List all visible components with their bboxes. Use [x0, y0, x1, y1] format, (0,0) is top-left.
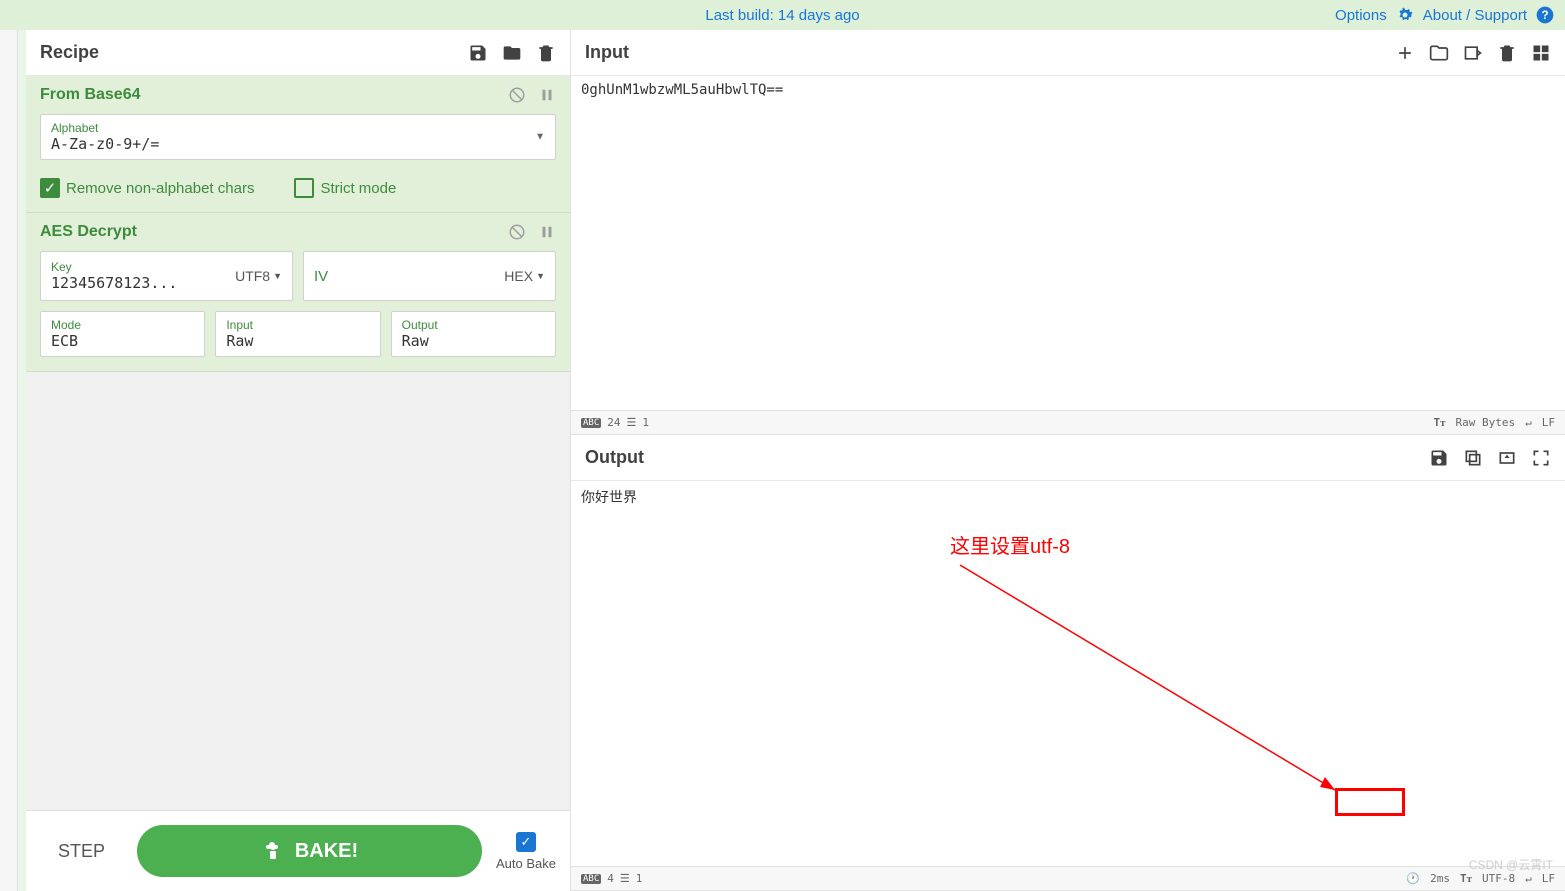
- output-header: Output: [571, 435, 1565, 481]
- iv-field[interactable]: IV HEX ▼: [303, 251, 556, 301]
- input-title: Input: [585, 42, 629, 63]
- checkbox-checked-icon: ✓: [40, 178, 60, 198]
- left-margin-2: [18, 30, 26, 891]
- strict-mode-label: Strict mode: [320, 180, 396, 197]
- output-status-bar: ABC 4 ☰ 1 🕐 2ms Tᴛ UTF-8 ↵ LF: [571, 866, 1565, 890]
- op-from-base64: From Base64 Alphabet A-Za-z0-9+/= ▼ ✓: [26, 76, 570, 213]
- open-folder-icon[interactable]: [1429, 43, 1449, 63]
- output-time: 2ms: [1430, 872, 1450, 885]
- autobake-label: Auto Bake: [496, 856, 556, 871]
- output-line-count: 1: [636, 872, 643, 885]
- save-output-icon[interactable]: [1429, 448, 1449, 468]
- save-icon[interactable]: [468, 43, 488, 63]
- input-textarea[interactable]: 0ghUnM1wbzwML5auHbwlTQ==: [571, 76, 1565, 410]
- iv-label: IV: [314, 268, 328, 285]
- aes-input-value: Raw: [226, 332, 253, 350]
- svg-text:?: ?: [1541, 9, 1548, 22]
- key-field[interactable]: Key 12345678123... UTF8 ▼: [40, 251, 293, 301]
- output-eol[interactable]: LF: [1542, 872, 1555, 885]
- input-status-bar: ABC 24 ☰ 1 Tᴛ Raw Bytes ↵ LF: [571, 410, 1565, 434]
- eol-icon: ↵: [1525, 416, 1532, 429]
- aes-output-value: Raw: [402, 332, 429, 350]
- mode-value: ECB: [51, 332, 78, 350]
- chef-icon: [261, 839, 285, 863]
- clock-icon: 🕐: [1406, 872, 1420, 885]
- autobake-checkbox[interactable]: ✓: [516, 832, 536, 852]
- last-build-label: Last build: 14 days ago: [705, 7, 859, 24]
- alphabet-value: A-Za-z0-9+/=: [51, 135, 159, 153]
- aes-output-field[interactable]: Output Raw: [391, 311, 556, 357]
- lines-icon: ☰: [627, 416, 637, 429]
- aes-output-label: Output: [402, 318, 545, 332]
- bake-button[interactable]: BAKE!: [137, 825, 482, 877]
- output-title: Output: [585, 447, 644, 468]
- move-to-input-icon[interactable]: [1497, 448, 1517, 468]
- pause-icon[interactable]: [538, 86, 556, 104]
- reset-layout-icon[interactable]: [1531, 43, 1551, 63]
- copy-icon[interactable]: [1463, 448, 1483, 468]
- input-eol[interactable]: LF: [1542, 416, 1555, 429]
- op-aes-decrypt: AES Decrypt Key 12345678123... UT: [26, 213, 570, 372]
- op-name-base64: From Base64: [40, 86, 141, 104]
- disable-icon[interactable]: [508, 223, 526, 241]
- abc-icon: ABC: [581, 418, 601, 428]
- help-icon[interactable]: ?: [1535, 5, 1555, 25]
- gear-icon[interactable]: [1395, 5, 1415, 25]
- recipe-title: Recipe: [40, 42, 99, 63]
- mode-label: Mode: [51, 318, 194, 332]
- left-margin: [0, 30, 18, 891]
- output-char-count: 4: [607, 872, 614, 885]
- key-encoding[interactable]: UTF8 ▼: [235, 268, 282, 284]
- mode-field[interactable]: Mode ECB: [40, 311, 205, 357]
- abc-icon: ABC: [581, 874, 601, 884]
- about-link[interactable]: About / Support: [1423, 7, 1527, 24]
- checkbox-unchecked-icon: [294, 178, 314, 198]
- top-banner: Last build: 14 days ago Options About / …: [0, 0, 1565, 30]
- key-label: Key: [51, 260, 177, 274]
- aes-input-field[interactable]: Input Raw: [215, 311, 380, 357]
- folder-icon[interactable]: [502, 43, 522, 63]
- chevron-down-icon[interactable]: ▼: [535, 132, 545, 143]
- eol-icon: ↵: [1525, 872, 1532, 885]
- remove-chars-checkbox[interactable]: ✓ Remove non-alphabet chars: [40, 178, 254, 198]
- disable-icon[interactable]: [508, 86, 526, 104]
- watermark: CSDN @云霄IT: [1469, 856, 1553, 873]
- remove-chars-label: Remove non-alphabet chars: [66, 180, 254, 197]
- key-value: 12345678123...: [51, 274, 177, 292]
- alphabet-field[interactable]: Alphabet A-Za-z0-9+/= ▼: [40, 114, 556, 160]
- input-header: Input: [571, 30, 1565, 76]
- options-link[interactable]: Options: [1335, 7, 1387, 24]
- maximize-icon[interactable]: [1531, 448, 1551, 468]
- input-line-count: 1: [642, 416, 649, 429]
- output-encoding[interactable]: UTF-8: [1482, 872, 1515, 885]
- input-char-count: 24: [607, 416, 620, 429]
- op-name-aes: AES Decrypt: [40, 223, 137, 241]
- lines-icon: ☰: [620, 872, 630, 885]
- trash-icon[interactable]: [536, 43, 556, 63]
- add-tab-icon[interactable]: [1395, 43, 1415, 63]
- output-textarea[interactable]: 你好世界: [571, 481, 1565, 866]
- input-encoding[interactable]: Raw Bytes: [1456, 416, 1516, 429]
- recipe-header: Recipe: [26, 30, 570, 76]
- text-format-icon[interactable]: Tᴛ: [1460, 872, 1472, 885]
- open-file-icon[interactable]: [1463, 43, 1483, 63]
- aes-input-label: Input: [226, 318, 369, 332]
- strict-mode-checkbox[interactable]: Strict mode: [294, 178, 396, 198]
- step-button[interactable]: STEP: [40, 833, 123, 870]
- bake-label: BAKE!: [295, 840, 358, 863]
- iv-encoding[interactable]: HEX ▼: [504, 268, 545, 284]
- alphabet-label: Alphabet: [51, 121, 545, 135]
- pause-icon[interactable]: [538, 223, 556, 241]
- text-format-icon[interactable]: Tᴛ: [1433, 416, 1445, 429]
- clear-input-icon[interactable]: [1497, 43, 1517, 63]
